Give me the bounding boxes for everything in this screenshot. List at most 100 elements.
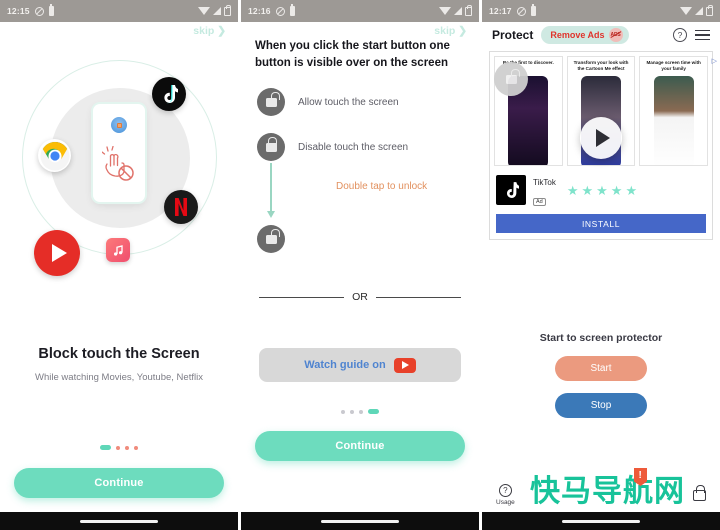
dot-active: [100, 445, 111, 450]
signal-icon: [213, 7, 221, 15]
skip-button[interactable]: skip ❯: [434, 25, 467, 37]
arrow-line: [270, 163, 272, 216]
continue-button[interactable]: Continue: [255, 431, 465, 462]
lock-icon: [257, 133, 285, 162]
floating-lock-icon[interactable]: [494, 62, 528, 96]
section-title: Start to screen protector: [539, 332, 663, 344]
play-button-icon[interactable]: [580, 117, 622, 160]
app-bar: Protect Remove Ads ADS ?: [482, 22, 720, 48]
ads-badge-label: ADS: [610, 32, 621, 38]
page-indicator: [0, 445, 238, 450]
start-button[interactable]: Start: [555, 356, 647, 381]
signal-icon: [454, 7, 462, 15]
ad-caption: Transform your look with the Cartoon Me …: [573, 60, 629, 72]
tiktok-icon: [496, 175, 526, 205]
star-icon: ★: [581, 182, 594, 198]
no-touch-hand-icon: [102, 146, 136, 182]
chrome-icon: [38, 139, 71, 172]
stop-button[interactable]: Stop: [555, 393, 647, 418]
status-clock: 12:16: [248, 6, 271, 16]
install-button[interactable]: INSTALL: [496, 214, 706, 233]
nav-pill[interactable]: [80, 519, 158, 523]
lock-icon: [224, 4, 232, 16]
remove-ads-label: Remove Ads: [550, 30, 605, 40]
disable-touch-label: Disable touch the screen: [298, 141, 409, 153]
ad-phone-image: [653, 76, 694, 165]
flow-arrow: Double tap to unlock: [266, 161, 479, 231]
ad-screenshot: Manage screen time with your family: [639, 56, 709, 166]
youtube-icon: [34, 230, 80, 276]
onboarding-panel-1: 12:15 skip ❯ Block touch the Screen Whil…: [0, 0, 238, 530]
divider-line: [259, 296, 345, 298]
dot: [341, 409, 345, 414]
star-icon: ★: [625, 182, 638, 198]
ad-app-info: TikTok Ad ★ ★ ★ ★ ★: [494, 172, 708, 208]
netflix-icon: [164, 190, 198, 224]
dot: [350, 409, 354, 414]
dot-active: [368, 409, 379, 415]
divider-label: OR: [352, 291, 368, 304]
system-nav-bar: [482, 512, 720, 530]
star-icon: ★: [610, 182, 623, 198]
tiktok-icon: [152, 77, 186, 111]
wifi-icon: [198, 7, 210, 15]
battery-icon: [289, 4, 295, 16]
screenshot-stage: 12:15 skip ❯ Block touch the Screen Whil…: [0, 0, 720, 530]
status-bar: 12:17: [482, 0, 720, 22]
help-icon[interactable]: ?: [673, 28, 687, 42]
dnd-icon: [275, 6, 285, 16]
lock-icon: [693, 484, 706, 501]
phone-mockup: [93, 104, 145, 202]
protect-home-panel: 12:17 Protect Remove Ads ADS ? ▷ Be the …: [482, 0, 720, 530]
wifi-icon: [680, 7, 692, 15]
lock-icon: [706, 4, 714, 16]
rating-stars: ★ ★ ★ ★ ★: [567, 184, 637, 197]
star-icon: ★: [566, 182, 579, 198]
watch-guide-label: Watch guide on: [304, 359, 386, 372]
block-touch-illustration: [0, 22, 238, 312]
app-title: Protect: [492, 28, 534, 42]
ads-blocked-icon: ADS: [608, 28, 623, 42]
unlock-icon: [257, 88, 285, 117]
or-divider: OR: [241, 291, 479, 303]
page-subtitle: While watching Movies, Youtube, Netflix: [35, 372, 203, 383]
nav-pill[interactable]: [321, 519, 399, 523]
arrow-head-icon: [266, 211, 275, 219]
page-indicator: [241, 409, 479, 415]
onboarding-panel-2: 12:16 skip ❯ When you click the start bu…: [241, 0, 479, 530]
dot: [116, 445, 120, 450]
nav-pill[interactable]: [562, 519, 640, 523]
dot: [125, 445, 129, 450]
advertisement-card[interactable]: ▷ Be the first to discover. Transform yo…: [489, 51, 717, 240]
battery-icon: [48, 4, 54, 16]
page-title: Block touch the Screen: [38, 346, 200, 362]
allow-touch-row: Allow touch the screen: [241, 88, 479, 117]
dnd-icon: [516, 6, 526, 16]
hamburger-menu-icon[interactable]: [695, 29, 710, 41]
nav-item-usage[interactable]: ? Usage: [496, 484, 515, 506]
status-bar: 12:15: [0, 0, 238, 22]
watch-guide-button[interactable]: Watch guide on: [259, 348, 461, 383]
nav-item-label: Usage: [496, 499, 515, 506]
star-icon: ★: [596, 182, 608, 198]
dot: [134, 445, 138, 450]
adchoices-icon[interactable]: ▷: [712, 57, 717, 65]
remove-ads-button[interactable]: Remove Ads ADS: [541, 26, 629, 44]
divider-line: [375, 296, 461, 298]
nav-item-lock[interactable]: [693, 484, 706, 501]
system-nav-bar: [241, 512, 479, 530]
ad-caption: Manage screen time with your family: [646, 60, 701, 72]
status-bar: 12:16: [241, 0, 479, 22]
wifi-icon: [439, 7, 451, 15]
ad-app-name: TikTok: [533, 178, 556, 187]
status-clock: 12:15: [7, 6, 30, 16]
dot: [359, 409, 363, 414]
signal-icon: [695, 7, 703, 15]
disable-touch-row: Disable touch the screen: [241, 133, 479, 162]
ad-badge: Ad: [533, 198, 546, 206]
continue-button[interactable]: Continue: [14, 468, 224, 498]
youtube-icon: [393, 357, 416, 373]
battery-icon: [530, 4, 536, 16]
status-clock: 12:17: [489, 6, 512, 16]
system-nav-bar: [0, 512, 238, 530]
